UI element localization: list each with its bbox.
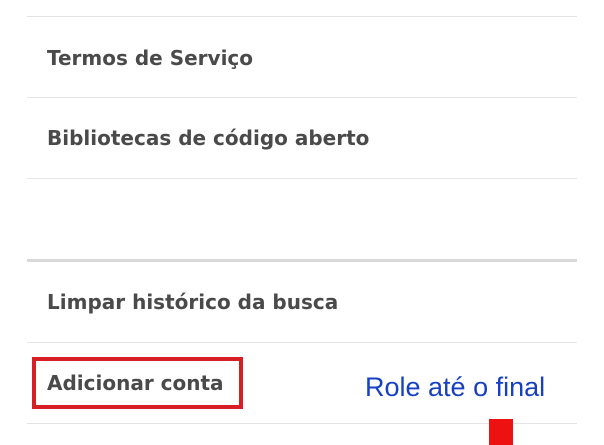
menu-item-label: Bibliotecas de código aberto [47, 126, 370, 150]
menu-item-label: Limpar histórico da busca [47, 290, 339, 314]
menu-item-clear-search-history[interactable]: Limpar histórico da busca [27, 262, 577, 342]
scroll-indicator-marker [489, 419, 513, 445]
instruction-text: Role até o final [365, 372, 546, 402]
settings-screen: Termos de Serviço Bibliotecas de código … [0, 0, 604, 445]
divider [27, 16, 577, 17]
divider [27, 178, 577, 179]
menu-item-label: Termos de Serviço [47, 45, 254, 70]
menu-item-open-source-libraries[interactable]: Bibliotecas de código aberto [27, 98, 577, 178]
highlight-box [32, 357, 243, 409]
menu-item-terms-of-service[interactable]: Termos de Serviço [27, 18, 577, 97]
